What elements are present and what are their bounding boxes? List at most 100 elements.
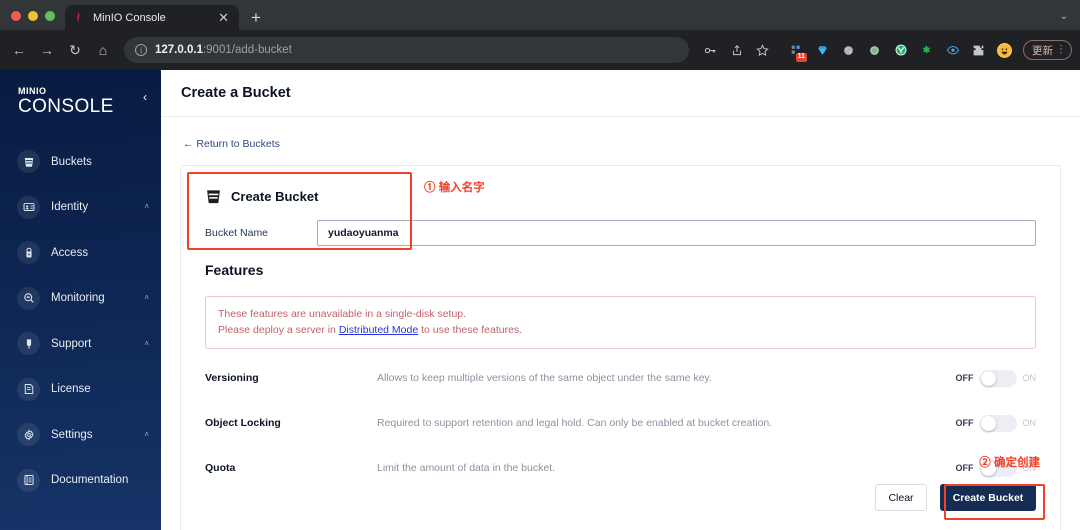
toggle-on-label: ON — [1022, 418, 1037, 428]
sidebar-item-label: Documentation — [51, 474, 129, 487]
content-area: ← Return to Buckets Create Bucket Bucket… — [161, 117, 1080, 530]
toggle-on-label: ON — [1022, 373, 1037, 383]
sidebar-item-license[interactable]: License — [0, 367, 161, 413]
feature-name: Quota — [205, 462, 236, 474]
chevron-up-icon[interactable]: ˄ — [144, 294, 149, 302]
update-button[interactable]: 更新 ⋮ — [1023, 40, 1072, 60]
chevron-down-icon[interactable]: ⌄ — [1060, 11, 1080, 30]
window-controls — [0, 11, 65, 30]
bucket-icon — [207, 190, 220, 204]
minimize-window-button[interactable] — [28, 11, 38, 21]
toggle-track[interactable] — [979, 414, 1017, 432]
sidebar-brand: MINIO CONSOLE ‹ — [0, 70, 161, 117]
chevron-up-icon[interactable]: ˄ — [144, 203, 149, 211]
green-puzzle-extension-icon[interactable] — [914, 38, 939, 63]
reload-button[interactable]: ↻ — [62, 37, 88, 63]
chevron-up-icon[interactable]: ˄ — [144, 430, 149, 439]
sidebar-item-settings[interactable]: Settings ˄ — [0, 412, 161, 458]
feature-name: Object Locking — [205, 417, 281, 429]
address-bar[interactable]: i 127.0.0.1:9001/add-bucket — [124, 37, 689, 63]
diamond-extension-icon[interactable] — [810, 38, 835, 63]
feature-description: Limit the amount of data in the bucket. — [377, 462, 556, 474]
home-button[interactable]: ⌂ — [90, 37, 116, 63]
brand-logo: MINIO CONSOLE — [18, 86, 143, 117]
toggle-knob — [980, 415, 996, 431]
sidebar-item-buckets[interactable]: Buckets — [0, 139, 161, 185]
sidebar-item-monitoring[interactable]: Monitoring ˄ — [0, 276, 161, 322]
key-icon[interactable] — [698, 38, 723, 63]
youdao-extension-icon[interactable] — [888, 38, 913, 63]
sidebar-item-label: Buckets — [51, 155, 92, 168]
browser-toolbar: ← → ↻ ⌂ i 127.0.0.1:9001/add-bucket 11 更… — [0, 30, 1080, 70]
forward-button[interactable]: → — [34, 37, 60, 63]
warning-line-1: These features are unavailable in a sing… — [218, 308, 467, 320]
sidebar-nav: Buckets Identity ˄ Access Monitoring ˄ S… — [0, 139, 161, 503]
return-to-buckets-link[interactable]: ← Return to Buckets — [183, 138, 280, 150]
warning-line-2: Please deploy a server in Distributed Mo… — [218, 322, 1023, 338]
toggle-track[interactable] — [979, 369, 1017, 387]
sidebar-item-label: Monitoring — [51, 292, 105, 305]
application-body: MINIO CONSOLE ‹ Buckets Identity ˄ Acces… — [0, 70, 1080, 530]
buckets-icon — [17, 150, 40, 174]
url-text: 127.0.0.1:9001/add-bucket — [155, 44, 292, 56]
minio-favicon — [77, 12, 80, 23]
extension-badge-count: 11 — [795, 52, 807, 62]
feature-name: Versioning — [205, 372, 259, 384]
main-content: Create a Bucket ← Return to Buckets Crea… — [161, 70, 1080, 530]
card-title: Create Bucket — [231, 189, 319, 204]
clear-button[interactable]: Clear — [875, 484, 927, 511]
brand-console: CONSOLE — [18, 96, 114, 117]
site-info-icon[interactable]: i — [135, 44, 147, 56]
sidebar-item-documentation[interactable]: Documentation — [0, 458, 161, 504]
chevron-up-icon[interactable]: ˄ — [144, 339, 149, 348]
bookmark-star-icon[interactable] — [750, 38, 775, 63]
feature-description: Required to support retention and legal … — [377, 417, 773, 429]
sidebar-item-support[interactable]: Support ˄ — [0, 321, 161, 367]
toggle-off-label: OFF — [955, 463, 974, 473]
profile-avatar[interactable] — [992, 38, 1017, 63]
bucket-name-input[interactable] — [317, 220, 1036, 246]
back-button[interactable]: ← — [6, 37, 32, 63]
create-bucket-card: Create Bucket Bucket Name Features These… — [180, 165, 1061, 530]
versioning-toggle[interactable]: OFF ON — [956, 369, 1037, 387]
browser-tab[interactable]: MinIO Console ✕ — [65, 5, 239, 30]
update-button-label: 更新 — [1032, 44, 1053, 57]
create-bucket-button[interactable]: Create Bucket — [940, 484, 1036, 511]
close-window-button[interactable] — [11, 11, 21, 21]
sidebar-item-access[interactable]: Access — [0, 230, 161, 276]
license-icon — [17, 377, 40, 401]
close-tab-button[interactable]: ✕ — [216, 11, 231, 24]
annotation-label-2: ② 确定创建 — [979, 457, 1040, 469]
puzzle-extensions-icon[interactable] — [966, 38, 991, 63]
tab-strip: MinIO Console ✕ + ⌄ — [0, 0, 1080, 30]
return-row: ← Return to Buckets — [180, 117, 1061, 165]
distributed-mode-link[interactable]: Distributed Mode — [339, 324, 418, 336]
maximize-window-button[interactable] — [45, 11, 55, 21]
object-locking-toggle[interactable]: OFF ON — [955, 414, 1037, 432]
tasks-extension-icon[interactable]: 11 — [784, 38, 809, 63]
sidebar-item-identity[interactable]: Identity ˄ — [0, 185, 161, 231]
share-icon[interactable] — [724, 38, 749, 63]
eye-extension-icon[interactable] — [940, 38, 965, 63]
browser-menu-icon[interactable]: ⋮ — [1056, 45, 1066, 55]
toolbar-icons: 11 更新 ⋮ — [698, 38, 1072, 63]
feature-description: Allows to keep multiple versions of the … — [377, 372, 712, 384]
support-icon — [17, 332, 40, 356]
page-title: Create a Bucket — [181, 85, 291, 101]
gray-globe-extension-icon[interactable] — [836, 38, 861, 63]
sidebar-item-label: Identity — [51, 201, 89, 214]
page-header: Create a Bucket — [161, 70, 1080, 117]
warning-text-post: to use these features. — [418, 324, 523, 336]
sidebar-item-label: Access — [51, 246, 89, 259]
bucket-name-label: Bucket Name — [205, 227, 269, 239]
sidebar-collapse-button[interactable]: ‹ — [143, 86, 161, 103]
new-tab-button[interactable]: + — [239, 9, 271, 30]
annotation-label-1: ① 输入名字 — [424, 182, 485, 194]
feature-row-versioning: Versioning Allows to keep multiple versi… — [205, 362, 1036, 394]
features-warning-banner: These features are unavailable in a sing… — [205, 296, 1036, 349]
gear-icon — [17, 423, 40, 447]
green-dot-extension-icon[interactable] — [862, 38, 887, 63]
toggle-off-label: OFF — [955, 418, 974, 428]
url-host: 127.0.0.1 — [155, 44, 203, 56]
avatar — [997, 42, 1012, 58]
